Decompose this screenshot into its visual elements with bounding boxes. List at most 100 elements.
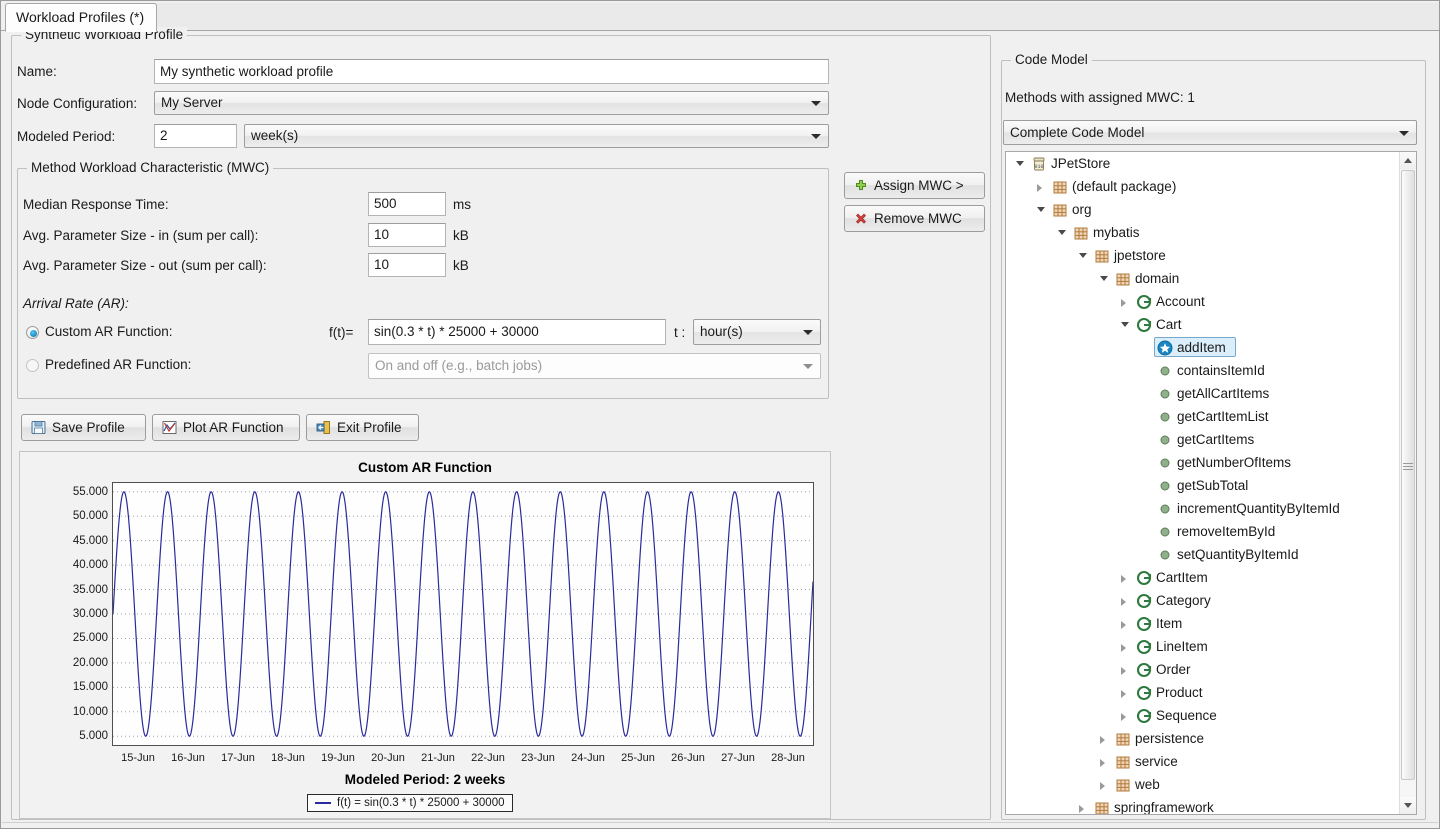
tree-item[interactable]: domain	[1006, 267, 1399, 290]
method-icon	[1160, 412, 1170, 421]
tree-collapsed-arrow-icon[interactable]	[1100, 781, 1105, 790]
tree-item[interactable]: incrementQuantityByItemId	[1006, 497, 1399, 520]
tree-twisty[interactable]	[1079, 803, 1089, 813]
tree-item[interactable]: Sequence	[1006, 704, 1399, 727]
median-response-time-input[interactable]: 500	[368, 192, 446, 216]
tree-item-label: springframework	[1114, 800, 1214, 815]
tree-collapsed-arrow-icon[interactable]	[1100, 735, 1105, 744]
exit-profile-button[interactable]: Exit Profile	[306, 414, 419, 441]
tree-item[interactable]: getCartItemList	[1006, 405, 1399, 428]
tree-item[interactable]: getSubTotal	[1006, 474, 1399, 497]
tree-collapsed-arrow-icon[interactable]	[1121, 597, 1126, 606]
tree-item[interactable]: setQuantityByItemId	[1006, 543, 1399, 566]
tree-collapsed-arrow-icon[interactable]	[1121, 643, 1126, 652]
package-icon	[1116, 779, 1130, 791]
tree-collapsed-arrow-icon[interactable]	[1121, 689, 1126, 698]
tree-expanded-arrow-icon[interactable]	[1121, 321, 1129, 327]
tree-twisty[interactable]	[1100, 757, 1110, 767]
tree-twisty[interactable]	[1121, 573, 1131, 583]
tree-twisty[interactable]	[1079, 251, 1089, 261]
t-unit-select[interactable]: hour(s)	[693, 319, 821, 345]
modeled-period-input[interactable]: 2	[154, 124, 237, 148]
chart-x-tick-label: 23-Jun	[521, 752, 555, 764]
tree-item[interactable]: getCartItems	[1006, 428, 1399, 451]
tree-item[interactable]: CartItem	[1006, 566, 1399, 589]
tree-item[interactable]: springframework	[1006, 796, 1399, 815]
tree-item[interactable]: 010 JPetStore	[1006, 152, 1399, 175]
tree-twisty[interactable]	[1100, 274, 1110, 284]
tree-item[interactable]: Account	[1006, 290, 1399, 313]
param-size-out-input[interactable]: 10	[368, 253, 446, 277]
tab-workload-profiles[interactable]: Workload Profiles (*)	[5, 3, 158, 32]
tree-expanded-arrow-icon[interactable]	[1079, 252, 1087, 258]
code-model-scope-select[interactable]: Complete Code Model	[1003, 120, 1417, 145]
node-configuration-select[interactable]: My Server	[154, 91, 829, 115]
tree-item[interactable]: Category	[1006, 589, 1399, 612]
tree-twisty[interactable]	[1121, 665, 1131, 675]
tree-twisty[interactable]	[1037, 205, 1047, 215]
tree-item[interactable]: mybatis	[1006, 221, 1399, 244]
tree-twisty[interactable]	[1121, 619, 1131, 629]
tree-collapsed-arrow-icon[interactable]	[1037, 183, 1042, 192]
remove-mwc-button[interactable]: Remove MWC	[844, 205, 985, 232]
tree-item-icon	[1136, 570, 1152, 586]
tree-expanded-arrow-icon[interactable]	[1100, 275, 1108, 281]
tree-collapsed-arrow-icon[interactable]	[1121, 712, 1126, 721]
tree-twisty[interactable]	[1037, 182, 1047, 192]
tree-twisty[interactable]	[1121, 642, 1131, 652]
tree-item-icon	[1115, 271, 1131, 287]
param-size-in-label: Avg. Parameter Size - in (sum per call):	[23, 228, 259, 243]
tree-item[interactable]: service	[1006, 750, 1399, 773]
tree-item[interactable]: web	[1006, 773, 1399, 796]
tree-item[interactable]: jpetstore	[1006, 244, 1399, 267]
tree-collapsed-arrow-icon[interactable]	[1100, 758, 1105, 767]
tree-item[interactable]: LineItem	[1006, 635, 1399, 658]
scrollbar-thumb[interactable]	[1401, 170, 1415, 780]
tree-vertical-scrollbar[interactable]	[1399, 152, 1416, 814]
tree-collapsed-arrow-icon[interactable]	[1079, 804, 1084, 813]
tree-twisty[interactable]	[1121, 320, 1131, 330]
tree-collapsed-arrow-icon[interactable]	[1121, 620, 1126, 629]
modeled-period-unit-select[interactable]: week(s)	[244, 124, 829, 148]
tree-twisty[interactable]	[1121, 297, 1131, 307]
assign-mwc-button[interactable]: Assign MWC >	[844, 172, 985, 199]
tree-twisty[interactable]	[1100, 734, 1110, 744]
tree-item[interactable]: Item	[1006, 612, 1399, 635]
scroll-up-button[interactable]	[1400, 152, 1416, 169]
tree-item[interactable]: Order	[1006, 658, 1399, 681]
tree-item[interactable]: persistence	[1006, 727, 1399, 750]
scroll-down-button[interactable]	[1400, 797, 1416, 814]
tree-item[interactable]: containsItemId	[1006, 359, 1399, 382]
tree-item-label: containsItemId	[1177, 363, 1265, 378]
tree-twisty[interactable]	[1121, 711, 1131, 721]
name-input[interactable]: My synthetic workload profile	[154, 59, 829, 84]
custom-ar-function-input[interactable]: sin(0.3 * t) * 25000 + 30000	[368, 319, 666, 345]
tree-expanded-arrow-icon[interactable]	[1058, 229, 1066, 235]
param-size-in-input[interactable]: 10	[368, 223, 446, 247]
tree-item[interactable]: Cart	[1006, 313, 1399, 336]
tree-item[interactable]: getAllCartItems	[1006, 382, 1399, 405]
predefined-ar-function-select[interactable]: On and off (e.g., batch jobs)	[368, 353, 821, 379]
tree-item[interactable]: org	[1006, 198, 1399, 221]
chart-plot-area	[112, 482, 814, 746]
tree-item[interactable]: getNumberOfItems	[1006, 451, 1399, 474]
tree-expanded-arrow-icon[interactable]	[1016, 160, 1024, 166]
tree-twisty[interactable]	[1121, 688, 1131, 698]
tree-collapsed-arrow-icon[interactable]	[1121, 666, 1126, 675]
save-profile-button[interactable]: Save Profile	[21, 414, 146, 441]
param-size-in-unit: kB	[453, 228, 469, 243]
tree-twisty[interactable]	[1058, 228, 1068, 238]
tree-item[interactable]: addItem	[1006, 336, 1399, 359]
tree-item[interactable]: Product	[1006, 681, 1399, 704]
code-model-tree[interactable]: 010 JPetStore (default package) org mybatis j…	[1005, 151, 1417, 815]
tree-expanded-arrow-icon[interactable]	[1037, 206, 1045, 212]
tree-twisty[interactable]	[1016, 159, 1026, 169]
tree-collapsed-arrow-icon[interactable]	[1121, 298, 1126, 307]
tree-item-label: incrementQuantityByItemId	[1177, 501, 1340, 516]
tree-item[interactable]: removeItemById	[1006, 520, 1399, 543]
tree-twisty[interactable]	[1121, 596, 1131, 606]
tree-collapsed-arrow-icon[interactable]	[1121, 574, 1126, 583]
tree-item[interactable]: (default package)	[1006, 175, 1399, 198]
plot-ar-function-button[interactable]: Plot AR Function	[152, 414, 300, 441]
tree-twisty[interactable]	[1100, 780, 1110, 790]
